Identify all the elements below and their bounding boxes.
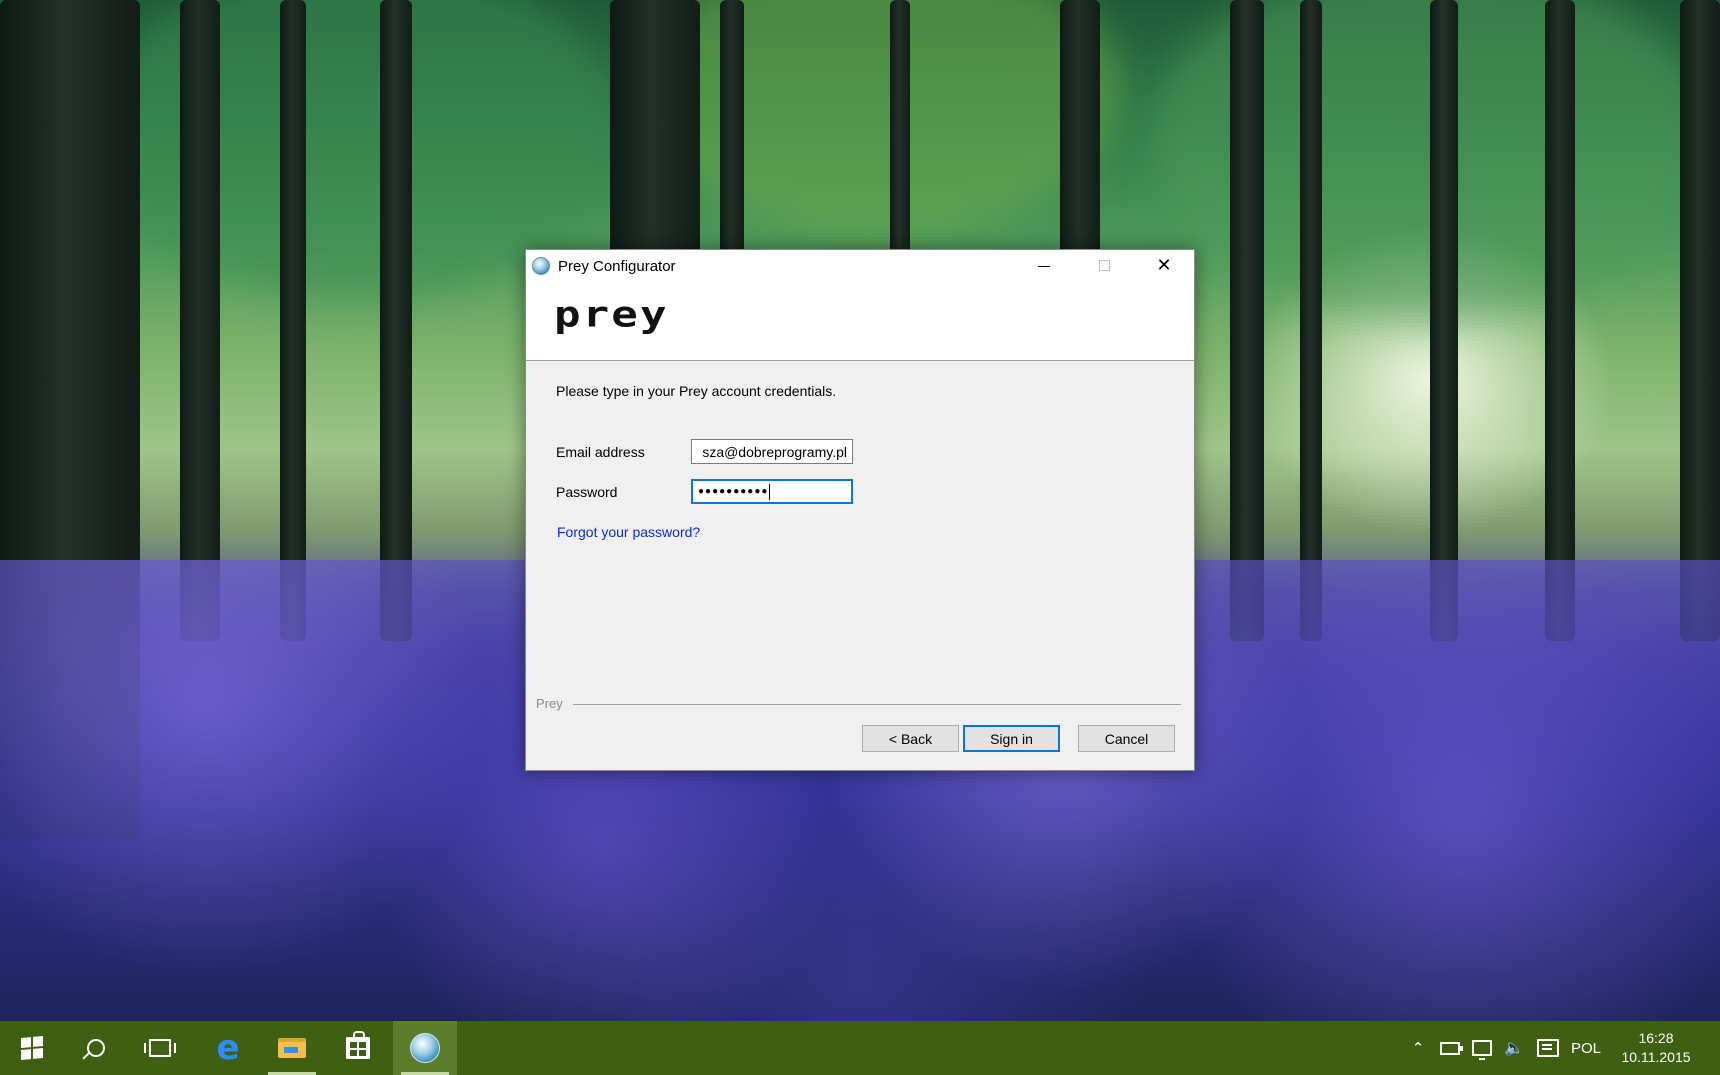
title-bar[interactable]: Prey Configurator ✕: [526, 250, 1194, 281]
back-button[interactable]: < Back: [862, 725, 959, 752]
task-view-button[interactable]: [128, 1021, 192, 1075]
header-banner: prey: [526, 281, 1194, 361]
minimize-icon: [1038, 266, 1050, 267]
prey-app-icon: [532, 257, 550, 275]
prey-taskbar-button[interactable]: [393, 1021, 457, 1075]
email-value: sza@dobreprogramy.pl: [702, 443, 847, 460]
close-button[interactable]: ✕: [1134, 250, 1194, 281]
file-explorer-button[interactable]: [260, 1021, 324, 1075]
battery-icon[interactable]: [1436, 1021, 1464, 1075]
clock-date: 10.11.2015: [1621, 1049, 1691, 1065]
instruction-text: Please type in your Prey account credent…: [556, 383, 837, 399]
windows-logo-icon: [21, 1036, 43, 1060]
sign-in-button[interactable]: Sign in: [963, 725, 1060, 752]
store-bag-icon: [346, 1031, 370, 1059]
clock-time: 16:28: [1638, 1030, 1674, 1046]
email-field[interactable]: sza@dobreprogramy.pl: [691, 439, 853, 464]
action-center-icon[interactable]: [1532, 1021, 1564, 1075]
store-button[interactable]: [326, 1021, 390, 1075]
separator-line: [573, 704, 1181, 705]
minimize-button[interactable]: [1014, 250, 1074, 281]
prey-logo: prey: [554, 293, 669, 335]
maximize-icon: [1098, 260, 1110, 271]
input-language-button[interactable]: POL: [1566, 1021, 1606, 1075]
window-title: Prey Configurator: [558, 258, 676, 275]
close-icon: ✕: [1156, 255, 1172, 275]
email-label: Email address: [556, 444, 645, 460]
forgot-password-link[interactable]: Forgot your password?: [557, 524, 700, 540]
taskbar: e ⌃ 🔈 POL 16:28 10.11.2015: [0, 1021, 1720, 1075]
clock[interactable]: 16:28 10.11.2015: [1612, 1021, 1700, 1075]
search-icon: [87, 1039, 105, 1057]
start-button[interactable]: [0, 1021, 64, 1075]
edge-icon: e: [216, 1028, 240, 1068]
password-label: Password: [556, 484, 618, 500]
task-view-icon: [144, 1039, 176, 1057]
network-icon[interactable]: [1468, 1021, 1496, 1075]
text-caret: [769, 483, 771, 500]
prey-app-icon: [410, 1033, 440, 1063]
prey-configurator-window: Prey Configurator ✕ prey Please type in …: [525, 249, 1195, 771]
show-hidden-icons-button[interactable]: ⌃: [1404, 1021, 1432, 1075]
cancel-button[interactable]: Cancel: [1078, 725, 1175, 752]
edge-browser-button[interactable]: e: [196, 1021, 260, 1075]
search-button[interactable]: [64, 1021, 128, 1075]
password-value: ●●●●●●●●●●: [698, 486, 769, 497]
maximize-button: [1074, 250, 1134, 281]
group-label: Prey: [536, 696, 563, 711]
volume-icon[interactable]: 🔈: [1500, 1021, 1528, 1075]
folder-icon: [278, 1038, 306, 1058]
password-field[interactable]: ●●●●●●●●●●: [691, 479, 853, 504]
